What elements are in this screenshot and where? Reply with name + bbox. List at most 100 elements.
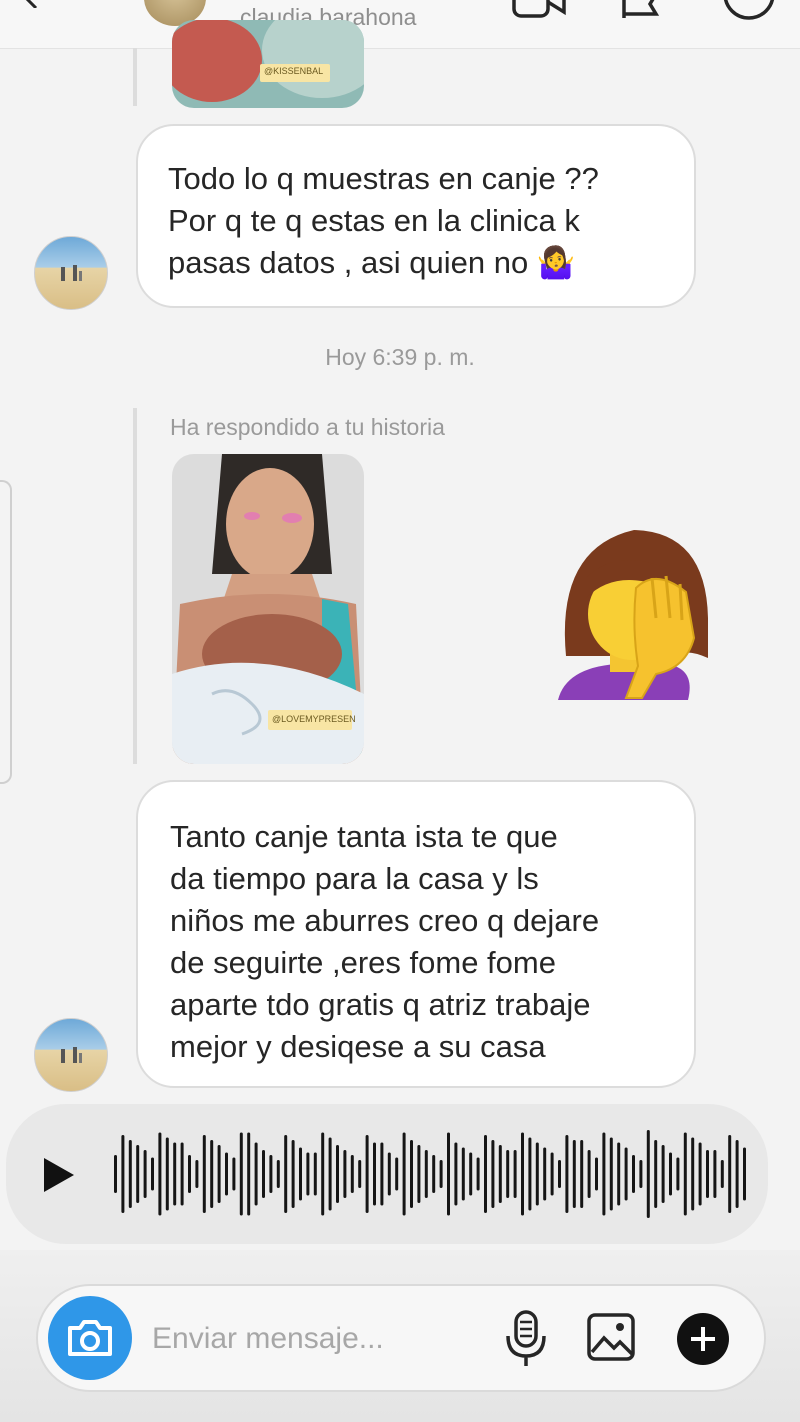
message-input[interactable] <box>150 1316 474 1362</box>
sender-avatar[interactable] <box>34 236 108 310</box>
waveform-bar <box>262 1150 265 1198</box>
waveform-bar <box>669 1152 672 1196</box>
replied-to-story-label: Ha respondido a tu historia <box>170 414 445 440</box>
side-panel-edge <box>0 480 12 784</box>
waveform-bar <box>432 1155 436 1193</box>
audio-waveform[interactable] <box>114 1122 754 1226</box>
info-icon[interactable] <box>722 0 776 22</box>
waveform-bar <box>595 1157 598 1191</box>
message-bubble[interactable]: Tanto canje tanta ista te que da tiempo … <box>136 780 696 1088</box>
waveform-bar <box>691 1137 695 1211</box>
waveform-bar <box>617 1142 621 1206</box>
waveform-bar <box>158 1132 162 1216</box>
waveform-bar <box>424 1150 428 1198</box>
waveform-bar <box>254 1142 258 1206</box>
add-icon[interactable] <box>676 1312 730 1366</box>
waveform-bar <box>291 1140 295 1208</box>
waveform-bar <box>313 1152 317 1196</box>
waveform-bar <box>195 1160 199 1188</box>
story-image <box>172 20 364 108</box>
waveform-bar <box>698 1142 702 1206</box>
waveform-bar <box>373 1142 376 1206</box>
waveform-bar <box>417 1145 421 1203</box>
camera-icon <box>68 1320 112 1356</box>
waveform-bar <box>528 1137 532 1211</box>
waveform-bar <box>558 1160 561 1188</box>
waveform-bar <box>225 1152 228 1196</box>
waveform-bar <box>136 1145 140 1203</box>
waveform-bar <box>743 1147 746 1201</box>
reaction-emoji-text: 🤦‍♀️ <box>556 528 557 529</box>
waveform-bar <box>380 1142 384 1206</box>
waveform-bar <box>202 1135 206 1213</box>
waveform-bar <box>454 1142 458 1206</box>
waveform-bar <box>210 1140 214 1208</box>
sender-avatar[interactable] <box>34 1018 108 1092</box>
microphone-icon[interactable] <box>504 1310 548 1368</box>
waveform-bar <box>336 1145 339 1203</box>
waveform-bar <box>365 1135 369 1213</box>
waveform-bar <box>683 1132 687 1216</box>
waveform-bar <box>543 1147 547 1201</box>
waveform-bar <box>661 1145 665 1203</box>
waveform-bar <box>713 1150 717 1198</box>
avatar-image <box>61 1047 82 1063</box>
waveform-bar <box>387 1152 391 1196</box>
waveform-bar <box>395 1157 399 1191</box>
waveform-bar <box>299 1147 302 1201</box>
waveform-bar <box>439 1160 443 1188</box>
waveform-bar <box>646 1130 650 1218</box>
play-icon[interactable] <box>42 1156 76 1194</box>
back-arrow-icon[interactable] <box>14 0 44 8</box>
waveform-bar <box>580 1140 584 1208</box>
waveform-bar <box>461 1147 465 1201</box>
waveform-bar <box>565 1135 569 1213</box>
waveform-bar <box>410 1140 413 1208</box>
flag-icon[interactable] <box>620 0 664 20</box>
video-camera-icon[interactable] <box>512 0 566 20</box>
waveform-bar <box>328 1137 332 1211</box>
waveform-bar <box>269 1155 273 1193</box>
message-text: Tanto canje tanta ista te que da tiempo … <box>170 819 600 1064</box>
timestamp: Hoy 6:39 p. m. <box>325 344 475 370</box>
story-sticker-text: @KISSENBAL <box>264 66 324 76</box>
waveform-bar <box>609 1137 613 1211</box>
waveform-bar <box>550 1152 554 1196</box>
waveform-bar <box>587 1150 591 1198</box>
waveform-bar <box>706 1150 709 1198</box>
waveform-bar <box>720 1160 724 1188</box>
reply-indicator-line <box>133 408 137 764</box>
waveform-bar <box>321 1132 325 1216</box>
waveform-bar <box>217 1145 221 1203</box>
story-thumbnail[interactable]: @KISSENBAL <box>172 20 364 108</box>
waveform-bar <box>498 1145 502 1203</box>
waveform-bar <box>632 1155 635 1193</box>
waveform-bar <box>476 1157 480 1191</box>
waveform-bar <box>484 1135 487 1213</box>
waveform-bar <box>276 1160 280 1188</box>
story-sticker-text: @LOVEMYPRESEN <box>272 714 356 724</box>
waveform-bar <box>602 1132 606 1216</box>
waveform-bar <box>735 1140 739 1208</box>
waveform-bar <box>535 1142 539 1206</box>
waveform-bar <box>676 1157 680 1191</box>
story-thumbnail[interactable]: @LOVEMYPRESEN <box>172 454 364 764</box>
waveform-bar <box>521 1132 524 1216</box>
reply-indicator-line <box>133 48 137 106</box>
waveform-bar <box>358 1160 362 1188</box>
waveform-bar <box>165 1137 169 1211</box>
facepalm-emoji-icon <box>558 530 708 700</box>
gallery-icon[interactable] <box>586 1312 636 1362</box>
voice-message-player[interactable] <box>6 1104 768 1244</box>
waveform-bar <box>624 1147 628 1201</box>
waveform-bar <box>128 1140 132 1208</box>
reaction-emoji[interactable]: 🤦‍♀️ <box>556 528 716 700</box>
waveform-bar <box>306 1152 310 1196</box>
waveform-bar <box>491 1140 495 1208</box>
waveform-bar <box>173 1142 177 1206</box>
waveform-bar <box>572 1140 576 1208</box>
waveform-bar <box>728 1135 732 1213</box>
camera-button[interactable] <box>48 1296 132 1380</box>
message-bubble[interactable]: Todo lo q muestras en canje ?? Por q te … <box>136 124 696 308</box>
waveform-bar <box>114 1155 117 1193</box>
